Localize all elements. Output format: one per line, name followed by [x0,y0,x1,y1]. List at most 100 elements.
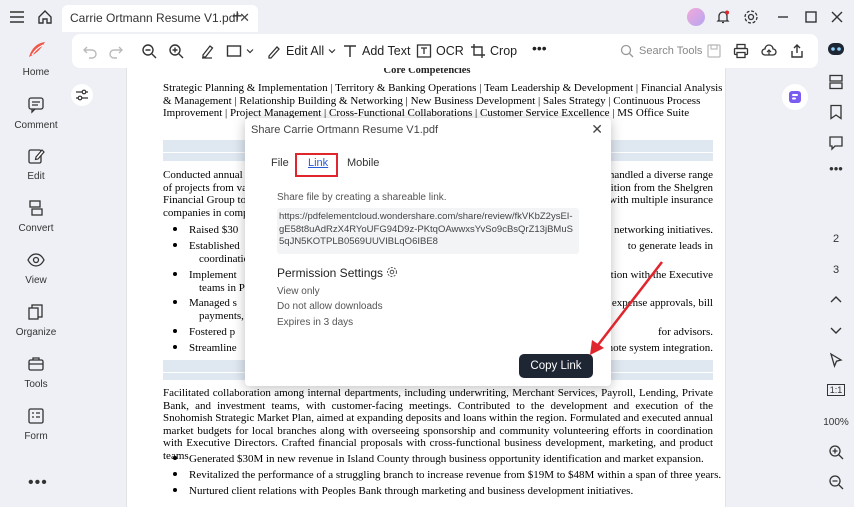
text-line: handled a diverse range [608,169,713,181]
filter-settings-icon[interactable] [71,84,93,106]
more-tools-icon[interactable]: ••• [532,40,547,56]
home-icon[interactable] [36,8,54,26]
cursor-select-icon[interactable] [828,352,844,368]
minimize-icon[interactable] [774,8,792,26]
hamburger-menu-icon[interactable] [8,8,26,26]
permission-expiry: Expires in 3 days [277,317,354,328]
permission-settings-gear-icon[interactable] [386,266,398,278]
save-icon[interactable] [706,43,722,59]
settings-gear-icon[interactable] [742,8,760,26]
bullet-item: Raised $30 [163,224,238,236]
more-options-icon[interactable]: ••• [28,474,48,492]
sidebar-item-label: Convert [18,223,54,234]
bullet-item: Established [163,240,240,252]
text-line: networking initiatives. [614,224,713,236]
undo-icon[interactable] [82,43,98,59]
sidebar-item-organize[interactable]: Organize [0,303,72,338]
competency-line: Strategic Planning & Implementation | Te… [163,82,723,94]
bullet-item: Generated $30M in new revenue in Island … [163,453,704,465]
right-panel: ••• 2 3 1:1 100% [818,34,854,507]
share-url-field[interactable]: https://pdfelementcloud.wondershare.com/… [277,208,579,254]
page-number-2[interactable]: 2 [818,233,854,245]
add-tab-icon[interactable]: + [232,6,243,27]
zoom-out-icon[interactable] [828,474,844,490]
sidebar-item-home[interactable]: Home [0,67,72,78]
edit-icon [28,149,45,164]
text-line: for advisors. [658,326,713,338]
zoom-in-icon[interactable] [828,444,844,460]
crop-button[interactable]: Crop [470,43,517,59]
text-line: teams in P [199,281,245,294]
sidebar-item-label: Edit [27,171,45,182]
redo-icon[interactable] [108,43,124,59]
paragraph-text: Facilitated collaboration among internal… [163,387,713,462]
rectangle-icon [226,45,242,57]
sidebar-item-view[interactable]: View [0,251,72,286]
cloud-upload-icon[interactable] [761,43,777,59]
sidebar-item-form[interactable]: Form [0,407,72,442]
document-tab-title: Carrie Ortmann Resume V1.pdf [70,11,239,25]
page-number-3[interactable]: 3 [818,264,854,276]
tab-file[interactable]: File [271,157,289,169]
add-text-button[interactable]: Add Text [342,43,410,59]
competency-line: & Management | Relationship Building & N… [163,94,701,107]
close-window-icon[interactable] [828,8,846,26]
zoom-out-icon[interactable] [141,43,157,59]
text-line: to generate leads in [627,240,713,252]
actual-size-label: 1:1 [826,384,846,396]
text-t-icon [344,45,356,57]
text-line: note system integration. [607,342,713,354]
zoom-in-icon[interactable] [168,43,184,59]
ai-robot-icon[interactable] [827,42,845,56]
more-panel-icon[interactable]: ••• [818,161,854,176]
text-line: coordinatio [199,252,250,265]
tab-mobile[interactable]: Mobile [347,157,379,169]
edit-all-button[interactable]: Edit All [266,43,336,59]
chevron-down-icon[interactable] [828,322,844,338]
text-line: expense approvals, bill [611,297,713,309]
shape-rectangle-tool[interactable] [226,43,254,59]
print-icon[interactable] [733,43,749,59]
sidebar-item-label: Organize [15,327,57,338]
actual-size-button[interactable]: 1:1 [818,384,854,396]
ocr-button[interactable]: OCR [416,43,464,59]
chevron-down-icon [246,49,254,54]
sidebar-item-comment[interactable]: Comment [0,96,72,131]
permission-settings-title: Permission Settings [277,266,384,280]
sidebar-item-convert[interactable]: Convert [0,199,72,234]
bullet-item: Streamline [163,342,237,354]
bullet-item: Managed s [163,297,237,309]
maximize-icon[interactable] [802,8,820,26]
bullet-item: Revitalized the performance of a struggl… [163,469,721,481]
comments-panel-icon[interactable] [828,135,844,151]
thumbnails-icon[interactable] [828,74,844,90]
chevron-up-icon[interactable] [828,292,844,308]
link-tab-highlight-box [295,153,338,177]
copy-link-button[interactable]: Copy Link [519,354,593,378]
notification-bell-icon[interactable] [714,8,732,26]
close-icon[interactable]: ✕ [591,121,603,138]
search-tools-input[interactable]: Search Tools [620,44,702,58]
add-text-label: Add Text [362,44,411,58]
highlight-pen-icon[interactable] [199,43,215,59]
sidebar-item-label: Form [24,431,48,442]
left-sidebar: Home Comment Edit Convert View Organize … [0,34,72,507]
share-icon[interactable] [789,43,805,59]
sidebar-item-label: Comment [14,120,58,131]
bookmark-icon[interactable] [828,104,844,120]
sidebar-item-tools[interactable]: Tools [0,355,72,390]
competencies-text: Strategic Planning & Implementation | Te… [163,82,723,120]
search-placeholder: Search Tools [639,45,703,57]
ai-assistant-button[interactable] [782,84,808,110]
chevron-down-icon [328,49,336,54]
document-tab[interactable]: Carrie Ortmann Resume V1.pdf ✕ [62,5,258,32]
ocr-icon [416,44,432,58]
dialog-title: Share Carrie Ortmann Resume V1.pdf [251,124,439,136]
sidebar-item-edit[interactable]: Edit [0,147,72,182]
bullet-item: Implement [163,269,237,281]
ai-assistant-icon [789,91,801,103]
text-line: with multiple insurance [609,194,713,206]
zoom-level: 100% [823,417,849,428]
avatar[interactable] [687,8,705,26]
ocr-label: OCR [436,44,464,58]
